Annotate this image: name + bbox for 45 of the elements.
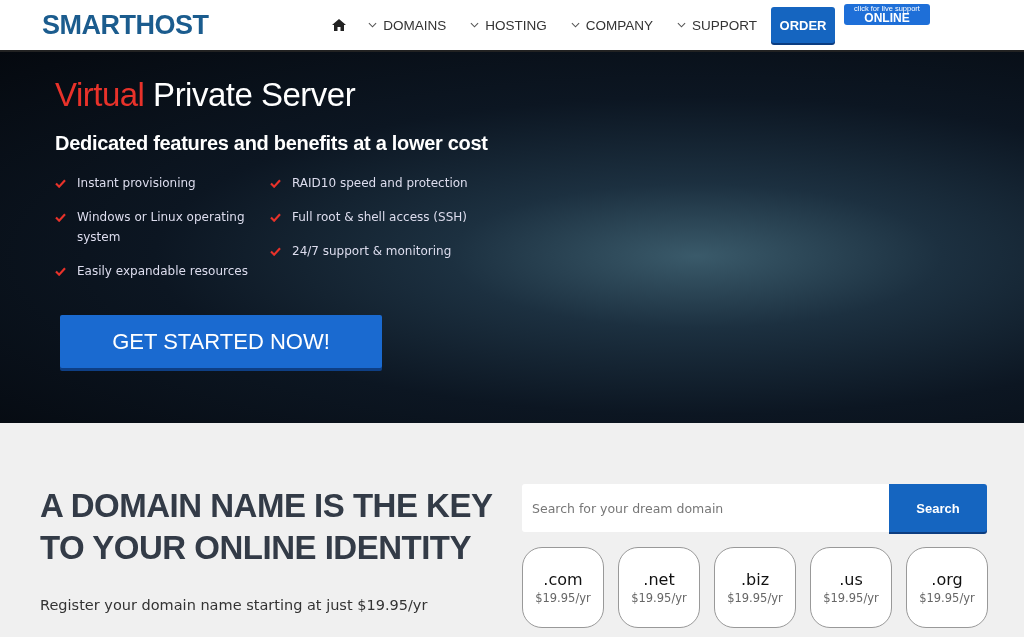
check-icon (55, 213, 66, 222)
tld-price: $19.95/yr (631, 591, 687, 605)
tld-price: $19.95/yr (727, 591, 783, 605)
tld-card[interactable]: .net $19.95/yr (618, 547, 700, 628)
feature-text: Full root & shell access (SSH) (292, 209, 467, 226)
hero-title: Virtual Private Server (55, 76, 357, 114)
tld-price: $19.95/yr (535, 591, 591, 605)
tld-card[interactable]: .com $19.95/yr (522, 547, 604, 628)
feature-text: RAID10 speed and protection (292, 175, 468, 192)
get-started-button[interactable]: GET STARTED NOW! (60, 315, 382, 368)
search-button[interactable]: Search (889, 484, 987, 532)
feature-text: Easily expandable resources (77, 263, 248, 280)
nav-link[interactable]: DOMAINS (368, 17, 447, 33)
feature-text: Instant provisioning (77, 175, 196, 192)
check-icon (55, 179, 66, 188)
nav-link[interactable]: HOSTING (470, 17, 547, 33)
logo[interactable]: SMARTHOST (42, 9, 209, 41)
tld-price: $19.95/yr (823, 591, 879, 605)
tld-name: .us (839, 570, 863, 589)
tld-name: .com (543, 570, 583, 589)
feature-text: 24/7 support & monitoring (292, 243, 452, 260)
tld-card[interactable]: .us $19.95/yr (810, 547, 892, 628)
tld-name: .biz (740, 570, 770, 589)
order-button[interactable]: ORDER (771, 7, 835, 43)
home-icon[interactable] (332, 19, 347, 31)
check-icon (270, 213, 281, 222)
domain-search-field[interactable]: Search for your dream domain (522, 484, 889, 532)
chevron-down-icon (368, 22, 378, 28)
tld-card[interactable]: .biz $19.95/yr (714, 547, 796, 628)
tld-price: $19.95/yr (919, 591, 975, 605)
feature-text: Windows or Linux operating system (77, 209, 246, 246)
chevron-down-icon (470, 22, 480, 28)
domain-heading: A DOMAIN NAME IS THE KEY TO YOUR ONLINE IDENTITY (40, 486, 494, 568)
tld-card[interactable]: .org $19.95/yr (906, 547, 988, 628)
nav-link[interactable]: COMPANY (570, 17, 653, 33)
check-icon (270, 247, 281, 256)
tld-name: .org (931, 570, 963, 589)
hero-subtitle: Dedicated features and benefits at a lower cost (55, 132, 489, 155)
check-icon (55, 267, 66, 276)
domain-text: Register your domain name starting at just $19.95/yr (40, 597, 429, 613)
tld-name: .net (643, 570, 675, 589)
chevron-down-icon (570, 22, 580, 28)
chevron-down-icon (677, 22, 686, 28)
nav-link[interactable]: SUPPORT (677, 17, 757, 33)
check-icon (270, 179, 281, 188)
